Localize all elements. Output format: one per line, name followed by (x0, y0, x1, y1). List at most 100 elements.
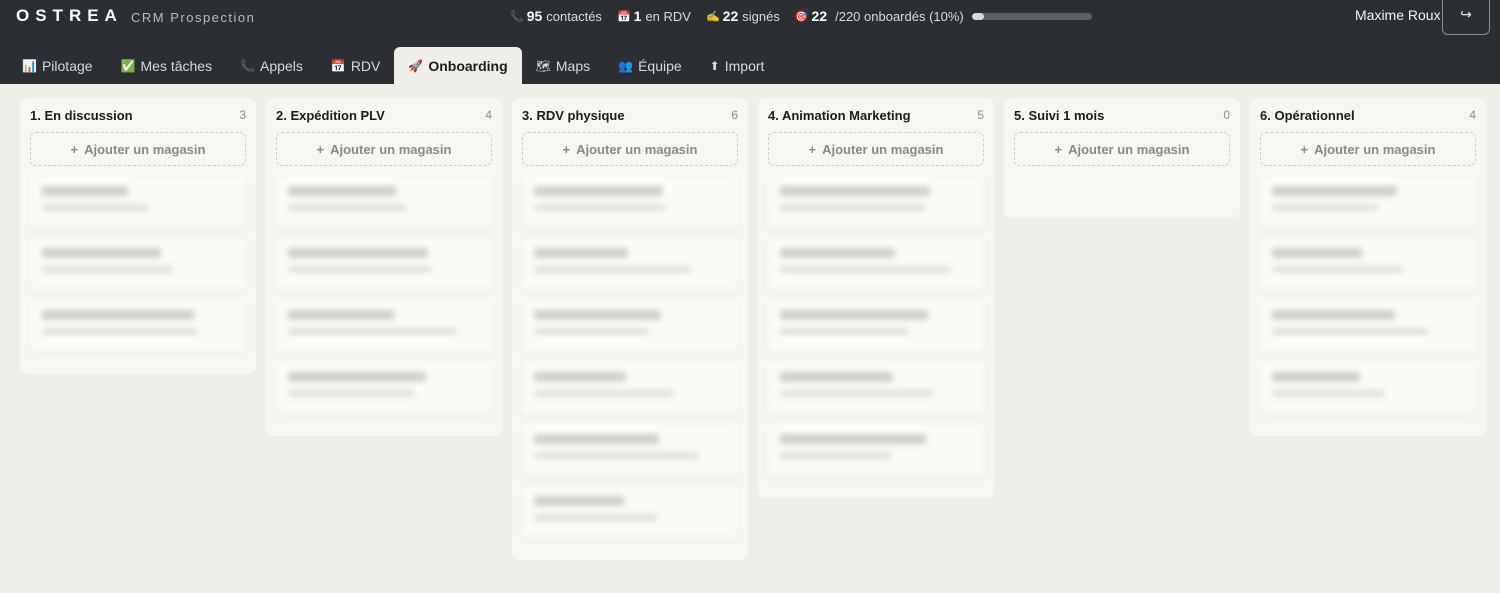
column-header: 6. Opérationnel 4 (1250, 98, 1486, 132)
column-title: 4. Animation Marketing (768, 107, 911, 123)
plus-icon: + (1300, 141, 1309, 157)
store-card[interactable] (522, 362, 738, 414)
empty-column-area (1014, 176, 1230, 206)
user-name: Maxime Roux (1355, 7, 1441, 23)
card-subtitle-placeholder (288, 204, 408, 211)
card-subtitle-placeholder (780, 328, 909, 335)
add-store-label: Ajouter un magasin (1314, 141, 1436, 157)
card-title-placeholder (780, 434, 926, 444)
card-title-placeholder (780, 372, 894, 382)
brand-logo: OSTREA (16, 6, 123, 25)
card-list (1250, 166, 1486, 436)
store-card[interactable] (30, 300, 246, 352)
card-title-placeholder (534, 434, 659, 444)
store-card[interactable] (276, 300, 492, 352)
column-header: 2. Expédition PLV 4 (266, 98, 502, 132)
tab-onboarding[interactable]: 🚀 Onboarding (394, 47, 522, 84)
store-card[interactable] (522, 424, 738, 476)
tab-label: Import (724, 57, 765, 74)
card-list (758, 166, 994, 498)
add-store-label: Ajouter un magasin (576, 141, 698, 157)
store-card[interactable] (768, 238, 984, 290)
add-store-button[interactable]: + Ajouter un magasin (768, 132, 984, 166)
card-title-placeholder (1272, 372, 1361, 382)
store-card[interactable] (276, 238, 492, 290)
logout-button[interactable]: ↪ (1442, 0, 1490, 35)
column-panel: 1. En discussion 3 + Ajouter un magasin (20, 98, 256, 374)
column-title: 3. RDV physique (522, 107, 625, 123)
tab-appels[interactable]: 📞 Appels (226, 47, 317, 84)
tab-pilotage[interactable]: 📊 Pilotage (8, 47, 107, 84)
plus-icon: + (1054, 141, 1063, 157)
store-card[interactable] (522, 176, 738, 228)
store-card[interactable] (276, 362, 492, 414)
onboarding-progress-fill (971, 12, 984, 20)
store-card[interactable] (522, 300, 738, 352)
add-store-label: Ajouter un magasin (84, 141, 206, 157)
tab-equipe[interactable]: 👥 Équipe (604, 47, 696, 84)
plus-icon: + (70, 141, 79, 157)
card-subtitle-placeholder (42, 266, 173, 273)
store-card[interactable] (768, 176, 984, 228)
people-icon: 👥 (618, 58, 634, 73)
stat-rdv-count: 1 (633, 8, 642, 24)
card-list (512, 166, 748, 560)
tab-label: Mes tâches (140, 57, 213, 74)
stat-signed-label: signés (742, 8, 780, 24)
column-count: 5 (977, 108, 984, 122)
store-card[interactable] (1260, 362, 1476, 414)
add-store-button[interactable]: + Ajouter un magasin (1260, 132, 1476, 166)
store-card[interactable] (522, 238, 738, 290)
add-store-button[interactable]: + Ajouter un magasin (522, 132, 738, 166)
tab-maps[interactable]: 🗺 Maps (522, 47, 604, 84)
card-title-placeholder (534, 372, 627, 382)
phone-icon: 📞 (240, 58, 256, 73)
store-card[interactable] (768, 300, 984, 352)
store-card[interactable] (276, 176, 492, 228)
card-title-placeholder (780, 186, 930, 196)
rocket-icon: 🚀 (408, 58, 424, 73)
card-subtitle-placeholder (42, 328, 198, 335)
tab-label: Équipe (638, 57, 682, 74)
add-store-button[interactable]: + Ajouter un magasin (1014, 132, 1230, 166)
add-store-button[interactable]: + Ajouter un magasin (30, 132, 246, 166)
tab-label: Maps (555, 57, 591, 74)
onboarding-progress-bar (971, 12, 1092, 20)
card-subtitle-placeholder (1272, 204, 1378, 211)
chart-icon: 📊 (22, 58, 37, 73)
store-card[interactable] (768, 362, 984, 414)
stat-onboarded: 🎯 22 /220 onboardés (10%) (795, 8, 964, 24)
column-count: 6 (731, 108, 738, 122)
store-card[interactable] (30, 176, 246, 228)
card-subtitle-placeholder (780, 204, 926, 211)
store-card[interactable] (522, 486, 738, 538)
card-subtitle-placeholder (534, 390, 675, 397)
tab-rdv[interactable]: 📅 RDV (317, 47, 395, 84)
card-subtitle-placeholder (780, 390, 934, 397)
stat-signed: ✍ 22 signés (706, 8, 780, 24)
card-title-placeholder (288, 372, 427, 382)
card-subtitle-placeholder (534, 514, 657, 521)
store-card[interactable] (1260, 300, 1476, 352)
column-title: 2. Expédition PLV (276, 107, 385, 123)
store-card[interactable] (1260, 176, 1476, 228)
main-tabs: 📊 Pilotage ✅ Mes tâches 📞 Appels 📅 RDV 🚀 Onboardi… (8, 47, 778, 84)
column-count: 4 (485, 108, 492, 122)
tab-label: RDV (350, 57, 381, 74)
store-card[interactable] (30, 238, 246, 290)
store-card[interactable] (768, 424, 984, 476)
card-subtitle-placeholder (1272, 266, 1403, 273)
card-title-placeholder (1272, 248, 1363, 258)
tab-import[interactable]: ⬆ Import (696, 47, 779, 84)
phone-icon: 📞 (510, 10, 524, 23)
stat-onboarded-count: 22 (811, 8, 828, 24)
card-subtitle-placeholder (534, 328, 650, 335)
stats-bar: 📞 95 contactés 📅 1 en RDV ✍ 22 signés 🎯 … (510, 7, 1092, 25)
add-store-button[interactable]: + Ajouter un magasin (276, 132, 492, 166)
column-count: 3 (239, 108, 246, 122)
stat-rdv-label: en RDV (645, 8, 691, 24)
card-title-placeholder (42, 186, 129, 196)
store-card[interactable] (1260, 238, 1476, 290)
tab-mes-taches[interactable]: ✅ Mes tâches (107, 47, 227, 84)
kanban-column: 3. RDV physique 6 + Ajouter un magasin (512, 98, 748, 560)
